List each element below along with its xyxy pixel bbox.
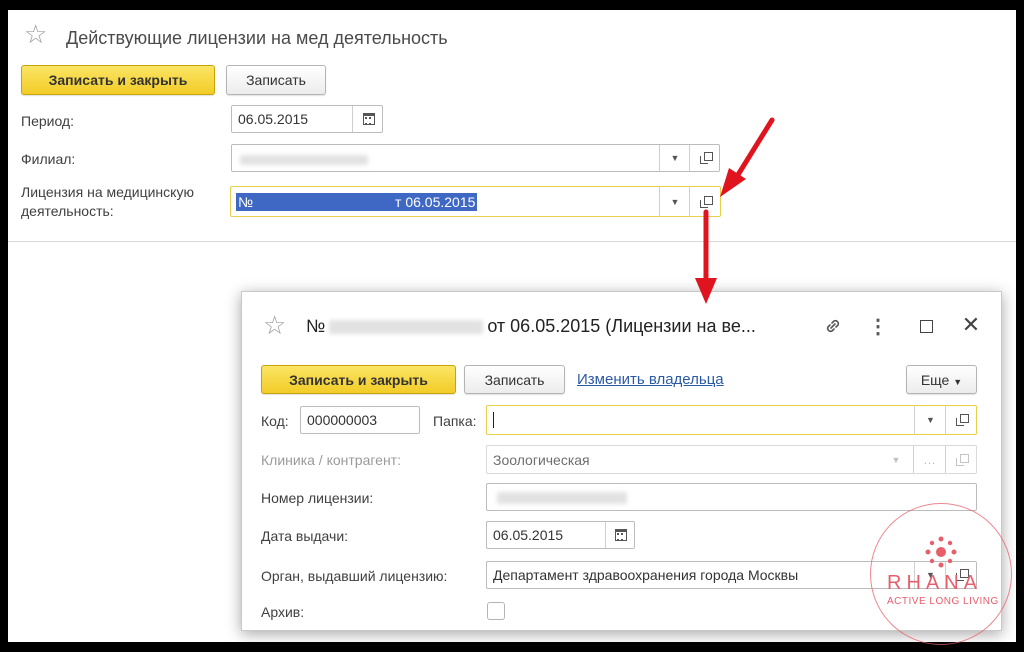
- annotation-arrows: [695, 117, 775, 304]
- arrow-to-open-button: [720, 117, 775, 197]
- watermark-brand: RHANA: [887, 572, 983, 594]
- arrow-to-dialog: [695, 209, 717, 304]
- rhana-logo-icon: [925, 536, 957, 568]
- watermark-tagline: ACTIVE LONG LIVING: [887, 596, 999, 607]
- rhana-watermark: RHANA ACTIVE LONG LIVING: [870, 503, 1012, 645]
